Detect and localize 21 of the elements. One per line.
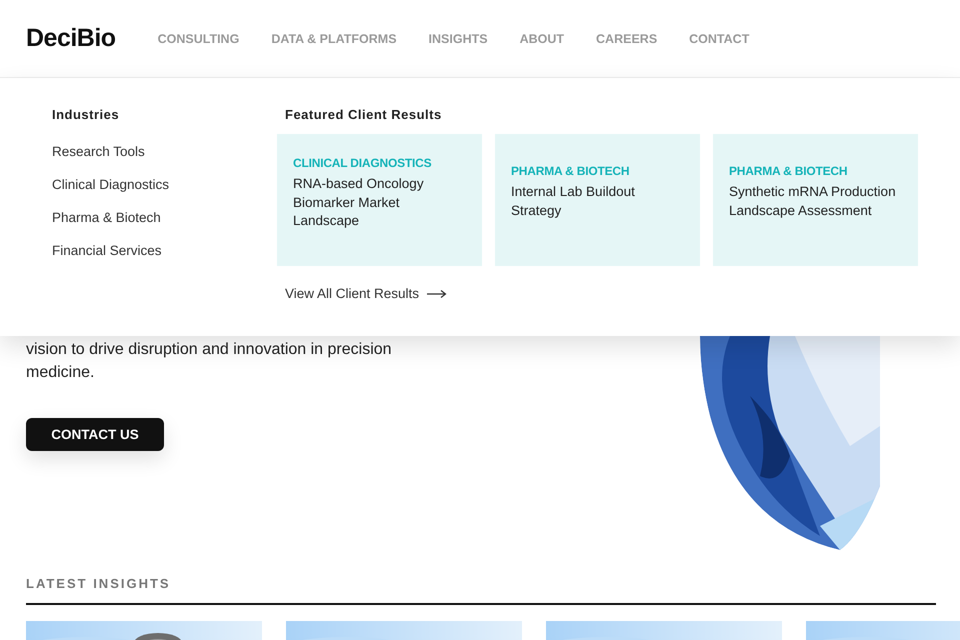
logo[interactable]: DeciBio (26, 24, 116, 53)
result-card[interactable]: PHARMA & BIOTECH Synthetic mRNA Production Landscape Assessment (713, 134, 918, 266)
result-card[interactable]: PHARMA & BIOTECH Internal Lab Buildout Strategy (495, 134, 700, 266)
card-title: RNA-based Oncology Biomarker Market Landscape (293, 175, 425, 230)
column-heading: Featured Client Results (285, 107, 443, 122)
menu-item[interactable]: Pharma & Biotech (52, 209, 277, 227)
menu-item[interactable]: Research Tools (52, 143, 277, 161)
column-heading: Industries (52, 107, 120, 122)
card-category: CLINICAL DIAGNOSTICS (293, 156, 432, 170)
section-heading: LATEST INSIGHTS (26, 576, 172, 591)
menu-item[interactable]: Clinical Diagnostics (52, 176, 277, 194)
menu-item[interactable]: Financial Services (52, 242, 277, 260)
card-category: PHARMA & BIOTECH (729, 164, 848, 178)
card-title: Synthetic mRNA Production Landscape Assessment (729, 183, 897, 220)
card-title: Internal Lab Buildout Strategy (511, 183, 636, 220)
result-card[interactable]: CLINICAL DIAGNOSTICS RNA-based Oncology Biomarker Market Landscape (277, 134, 482, 266)
card-category: PHARMA & BIOTECH (511, 164, 630, 178)
view-all-link[interactable]: View All Client Results (285, 286, 420, 301)
arrow-icon (427, 288, 448, 298)
contact-button[interactable]: CONTACT US (26, 418, 164, 451)
hero-text: vision to drive disruption and innovation in precision medicine. (26, 340, 393, 383)
